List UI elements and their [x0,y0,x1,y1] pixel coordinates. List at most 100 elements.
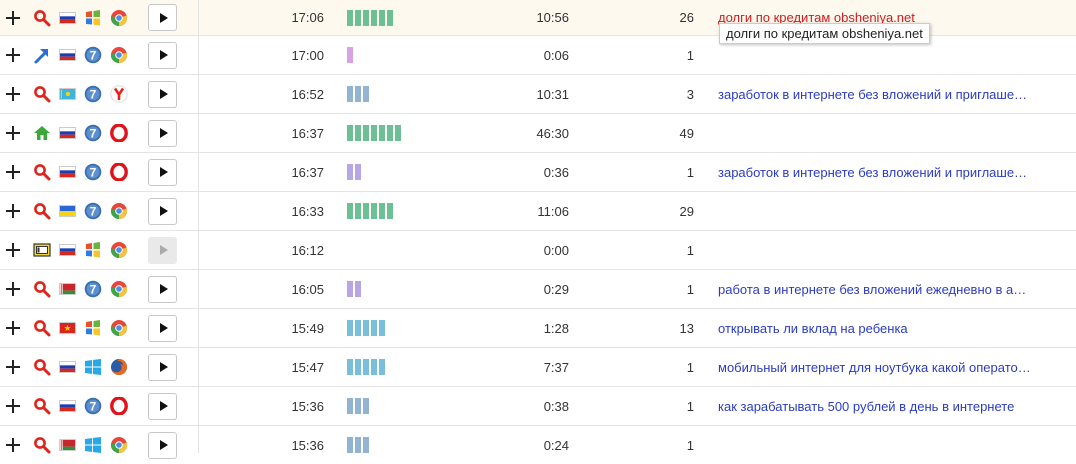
russia-flag [59,400,76,412]
expand-plus-icon[interactable] [6,360,20,374]
yandex-browser-icon [110,85,128,103]
play-icon [159,284,168,294]
page-views: 1 [686,437,694,453]
visits-table: 17:06 10:56 26 долги по кредитам obsheniya.… [0,0,1076,464]
search-query-link[interactable]: работа в интернете без вложений ежедневн… [718,270,1026,308]
expand-plus-icon[interactable] [6,126,20,140]
svg-text:7: 7 [90,48,97,62]
windows-7-icon: 7 [84,280,102,298]
firefox-icon [110,358,128,376]
search-query-link[interactable]: заработок в интернете без вложений и при… [718,153,1027,191]
play-button[interactable] [148,392,177,420]
svg-text:7: 7 [90,165,97,179]
windows-xp-icon [84,241,102,259]
kazakhstan-flag [59,88,76,100]
activity-bar [379,125,385,141]
activity-bar [387,203,393,219]
activity-bar [355,320,361,336]
chrome-icon [110,280,128,298]
page-views: 1 [686,359,694,375]
search-query-link[interactable]: заработок в интернете без вложений и при… [718,75,1027,113]
activity-bars [347,320,385,336]
page-views: 49 [679,125,694,141]
visit-time: 16:37 [291,164,324,180]
expand-plus-icon[interactable] [6,48,20,62]
search-icon [33,202,51,220]
activity-bar [355,359,361,375]
activity-bar [371,203,377,219]
page-views: 1 [686,242,694,258]
window-icon [33,241,51,259]
page-views: 13 [679,320,694,336]
visit-duration: 11:06 [537,203,569,219]
visit-duration: 0:38 [543,398,569,414]
activity-bar [363,437,369,453]
windows-xp-icon [84,319,102,337]
russia-flag [59,361,76,373]
search-query-link[interactable]: мобильный интернет для ноутбука какой оп… [718,348,1031,386]
activity-bar [347,281,353,297]
expand-plus-icon[interactable] [6,87,20,101]
table-row: 15:47 7:37 1 мобильный интернет для ноутбук… [0,348,1076,387]
activity-bars [347,398,369,414]
play-button[interactable] [148,119,177,147]
play-button[interactable] [148,4,177,31]
windows-7-icon: 7 [84,46,102,64]
visit-duration: 1:28 [543,320,569,336]
activity-bars [347,125,401,141]
play-icon [159,323,168,333]
play-button[interactable] [148,158,177,186]
windows-8-icon [84,436,102,454]
visit-time: 16:37 [291,125,324,141]
play-icon [159,50,168,60]
expand-plus-icon[interactable] [6,282,20,296]
play-button [148,236,177,264]
visit-time: 16:52 [291,86,324,102]
play-icon [159,401,168,411]
page-views: 3 [686,86,694,102]
play-button[interactable] [148,41,177,69]
activity-bar [347,9,353,26]
activity-bar [347,164,353,180]
expand-plus-icon[interactable] [6,204,20,218]
play-button[interactable] [148,353,177,381]
search-icon [33,9,51,27]
activity-bar [379,9,385,26]
activity-bars [347,203,393,219]
search-query-link[interactable]: открывать ли вклад на ребенка [718,309,908,347]
table-row: 16:12 0:00 1 [0,231,1076,270]
expand-plus-icon[interactable] [6,321,20,335]
search-query-link[interactable]: как зарабатывать 500 рублей в день в инт… [718,387,1014,425]
expand-plus-icon[interactable] [6,165,20,179]
activity-bar [363,125,369,141]
play-icon [159,12,168,23]
activity-bar [355,281,361,297]
column-divider [198,0,199,453]
play-button[interactable] [148,314,177,342]
page-views: 1 [686,47,694,63]
activity-bar [347,437,353,453]
play-button[interactable] [148,80,177,108]
activity-bar [387,125,393,141]
table-row: 7 16:33 11:06 29 [0,192,1076,231]
activity-bar [355,125,361,141]
activity-bar [371,9,377,26]
expand-plus-icon[interactable] [6,10,20,25]
play-button[interactable] [148,197,177,225]
russia-flag [59,244,76,256]
expand-plus-icon[interactable] [6,243,20,257]
query-tooltip: долги по кредитам obsheniya.net [719,23,930,44]
visit-duration: 10:56 [536,10,569,25]
play-button[interactable] [148,431,177,459]
home-icon [33,124,51,142]
page-views: 1 [686,398,694,414]
expand-plus-icon[interactable] [6,399,20,413]
visit-time: 17:06 [291,10,324,25]
svg-text:7: 7 [90,126,97,140]
expand-plus-icon[interactable] [6,438,20,452]
play-button[interactable] [148,275,177,303]
activity-bars [347,359,385,375]
play-icon [159,440,168,450]
svg-text:7: 7 [90,282,97,296]
activity-bar [363,9,369,26]
